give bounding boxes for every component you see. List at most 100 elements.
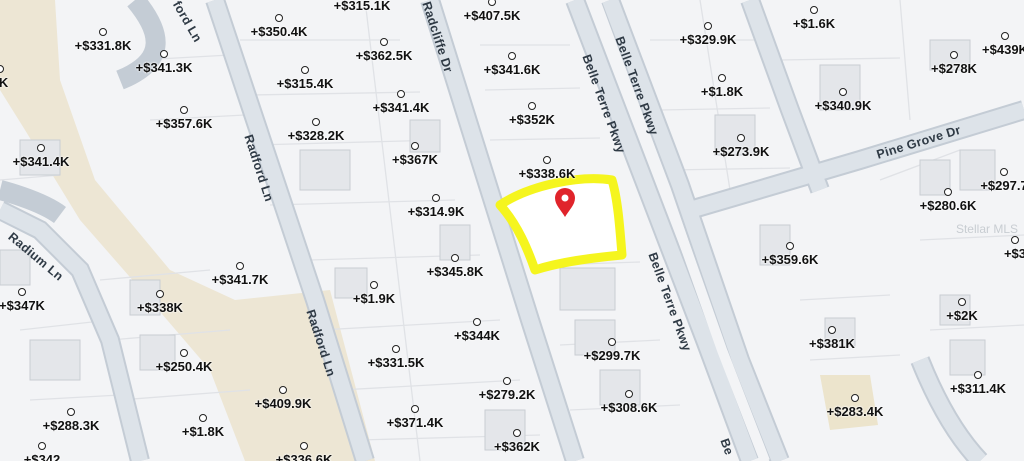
price-label[interactable]: +$342: [24, 453, 61, 461]
lot-marker-icon[interactable]: [301, 66, 309, 74]
lot-marker-icon[interactable]: [1011, 236, 1019, 244]
lot-marker-icon[interactable]: [38, 442, 46, 450]
price-label[interactable]: +$280.6K: [920, 199, 977, 213]
price-label[interactable]: +$1.9K: [353, 292, 395, 306]
map-canvas[interactable]: Radford Ln Radford Ln Radcliffe Dr Belle…: [0, 0, 1024, 461]
lot-marker-icon[interactable]: [508, 52, 516, 60]
price-label[interactable]: +$350.4K: [251, 25, 308, 39]
lot-marker-icon[interactable]: [18, 288, 26, 296]
price-label[interactable]: +$3: [1004, 247, 1024, 261]
lot-marker-icon[interactable]: [704, 22, 712, 30]
price-label[interactable]: +$336.6K: [276, 453, 333, 461]
price-label[interactable]: +$279.2K: [479, 388, 536, 402]
price-label[interactable]: +$329.9K: [680, 33, 737, 47]
price-label[interactable]: +$314.9K: [408, 205, 465, 219]
lot-marker-icon[interactable]: [160, 50, 168, 58]
lot-marker-icon[interactable]: [851, 394, 859, 402]
lot-marker-icon[interactable]: [67, 408, 75, 416]
price-label[interactable]: +$407.5K: [464, 9, 521, 23]
price-label[interactable]: +$338K: [137, 301, 183, 315]
price-label[interactable]: +$362K: [494, 440, 540, 454]
price-label[interactable]: +$283.4K: [827, 405, 884, 419]
price-label[interactable]: +$331.5K: [368, 356, 425, 370]
price-label[interactable]: +$357.6K: [156, 117, 213, 131]
lot-marker-icon[interactable]: [828, 326, 836, 334]
lot-marker-icon[interactable]: [312, 118, 320, 126]
lot-marker-icon[interactable]: [392, 345, 400, 353]
lot-marker-icon[interactable]: [370, 281, 378, 289]
lot-marker-icon[interactable]: [1001, 32, 1009, 40]
price-label[interactable]: +$299.7K: [584, 349, 641, 363]
lot-marker-icon[interactable]: [380, 38, 388, 46]
price-label[interactable]: +$331.8K: [75, 39, 132, 53]
price-label[interactable]: +$2K: [946, 309, 977, 323]
lot-marker-icon[interactable]: [839, 88, 847, 96]
lot-marker-icon[interactable]: [180, 349, 188, 357]
lot-marker-icon[interactable]: [432, 194, 440, 202]
price-label[interactable]: +$371.4K: [387, 416, 444, 430]
price-label[interactable]: +$341.7K: [212, 273, 269, 287]
lot-marker-icon[interactable]: [950, 51, 958, 59]
price-label[interactable]: +$1.6K: [793, 17, 835, 31]
lot-marker-icon[interactable]: [974, 371, 982, 379]
price-label[interactable]: +$344K: [454, 329, 500, 343]
lot-marker-icon[interactable]: [786, 242, 794, 250]
price-label[interactable]: +$347K: [0, 299, 45, 313]
lot-marker-icon[interactable]: [737, 134, 745, 142]
lot-marker-icon[interactable]: [810, 6, 818, 14]
price-label[interactable]: +$1.8K: [701, 85, 743, 99]
price-label[interactable]: +$409.9K: [255, 397, 312, 411]
pool-lot: [820, 375, 878, 430]
price-label[interactable]: +$381K: [809, 337, 855, 351]
price-label[interactable]: +$367K: [392, 153, 438, 167]
price-label[interactable]: +$341.4K: [13, 155, 70, 169]
lot-marker-icon[interactable]: [279, 386, 287, 394]
price-label[interactable]: +$315.4K: [277, 77, 334, 91]
price-label[interactable]: +$341.4K: [373, 101, 430, 115]
lot-marker-icon[interactable]: [718, 74, 726, 82]
price-label[interactable]: +$328.2K: [288, 129, 345, 143]
price-label[interactable]: +$308.6K: [601, 401, 658, 415]
lot-marker-icon[interactable]: [199, 414, 207, 422]
price-label[interactable]: +$1.8K: [182, 425, 224, 439]
price-label[interactable]: +$341.3K: [136, 61, 193, 75]
lot-marker-icon[interactable]: [608, 338, 616, 346]
lot-marker-icon[interactable]: [473, 318, 481, 326]
price-label[interactable]: +$439K: [982, 43, 1024, 57]
lot-marker-icon[interactable]: [37, 144, 45, 152]
lot-marker-icon[interactable]: [180, 106, 188, 114]
lot-marker-icon[interactable]: [625, 390, 633, 398]
lot-marker-icon[interactable]: [503, 377, 511, 385]
lot-marker-icon[interactable]: [513, 429, 521, 437]
price-label[interactable]: +$362.5K: [356, 49, 413, 63]
lot-marker-icon[interactable]: [236, 262, 244, 270]
price-label[interactable]: +$338.6K: [519, 167, 576, 181]
price-label[interactable]: +$297.7: [980, 179, 1024, 193]
price-label[interactable]: +$273.9K: [713, 145, 770, 159]
lot-marker-icon[interactable]: [451, 254, 459, 262]
lot-marker-icon[interactable]: [300, 442, 308, 450]
lot-marker-icon[interactable]: [1000, 168, 1008, 176]
price-label[interactable]: +$311.4K: [950, 382, 1006, 396]
price-label[interactable]: +$341.6K: [484, 63, 541, 77]
price-label[interactable]: +$352K: [509, 113, 555, 127]
lot-marker-icon[interactable]: [411, 405, 419, 413]
price-label[interactable]: +$345.8K: [427, 265, 484, 279]
price-label[interactable]: +$359.6K: [762, 253, 819, 267]
lot-marker-icon[interactable]: [944, 188, 952, 196]
price-label[interactable]: +$340.9K: [815, 99, 872, 113]
lot-marker-icon[interactable]: [99, 28, 107, 36]
price-label[interactable]: +$278K: [931, 62, 977, 76]
lot-marker-icon[interactable]: [528, 102, 536, 110]
lot-marker-icon[interactable]: [411, 142, 419, 150]
lot-marker-icon[interactable]: [275, 14, 283, 22]
price-label[interactable]: +$288.3K: [43, 419, 100, 433]
price-label[interactable]: +$250.4K: [156, 360, 213, 374]
watermark: Stellar MLS: [955, 222, 1018, 236]
price-label[interactable]: +$315.1K: [334, 0, 391, 13]
lot-marker-icon[interactable]: [156, 290, 164, 298]
lot-marker-icon[interactable]: [958, 298, 966, 306]
lot-marker-icon[interactable]: [397, 90, 405, 98]
lot-marker-icon[interactable]: [543, 156, 551, 164]
price-label[interactable]: 3K: [0, 76, 8, 90]
